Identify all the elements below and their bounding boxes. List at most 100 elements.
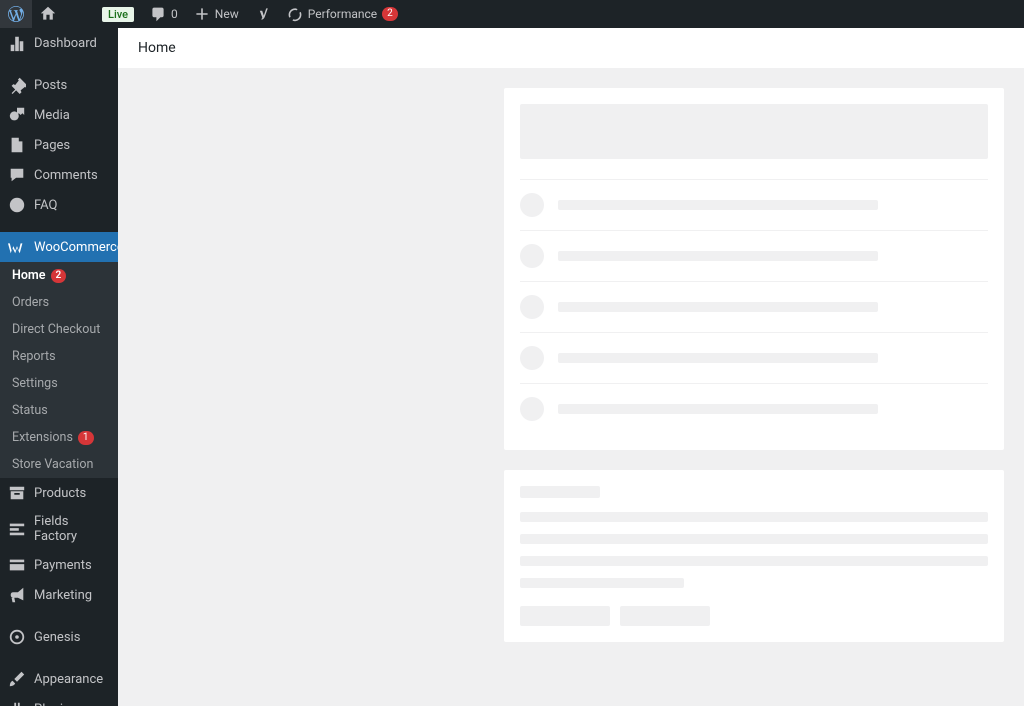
skeleton-line [520,556,988,566]
performance-count: 2 [382,7,398,21]
sidebar-item-label: Pages [34,138,70,153]
sidebar-item-label: Posts [34,78,67,93]
submenu-label: Settings [12,376,58,391]
sidebar-item-fields-factory[interactable]: Fields Factory [0,508,118,550]
comments-count: 0 [171,7,178,21]
sidebar-item-label: Genesis [34,630,80,645]
fields-icon [8,520,26,538]
sidebar-item-label: Media [34,108,70,123]
woocommerce-icon [8,238,26,256]
submenu-item-home[interactable]: Home 2 [0,262,118,289]
new-content[interactable]: New [186,0,247,28]
skeleton-avatar [520,193,544,217]
sidebar-item-label: Appearance [34,672,103,687]
megaphone-icon [8,586,26,604]
submenu-item-settings[interactable]: Settings [0,370,118,397]
submenu-label: Status [12,403,48,418]
new-label: New [215,7,239,21]
comments-link[interactable]: 0 [142,0,186,28]
info-icon [8,196,26,214]
content-area: Home [118,28,1024,706]
skeleton-avatar [520,244,544,268]
submenu-label: Extensions [12,430,73,445]
submenu-item-orders[interactable]: Orders [0,289,118,316]
sidebar-item-label: Products [34,486,86,501]
submenu-item-direct-checkout[interactable]: Direct Checkout [0,316,118,343]
skeleton-line [558,353,878,363]
sidebar-item-label: Plugins [34,702,77,706]
brush-icon [8,670,26,688]
archive-icon [8,484,26,502]
sidebar-item-products[interactable]: Products [0,478,118,508]
sidebar-item-label: Marketing [34,588,92,603]
skeleton-buttons [520,606,988,626]
skeleton-row [520,230,988,281]
sidebar-item-genesis[interactable]: Genesis [0,622,118,652]
main-area [118,68,1024,682]
skeleton-line [558,200,878,210]
performance-link[interactable]: Performance 2 [279,0,406,28]
gauge-icon [287,6,303,22]
plug-icon [8,700,26,706]
submenu-label: Store Vacation [12,457,93,472]
submenu-item-reports[interactable]: Reports [0,343,118,370]
pin-icon [8,76,26,94]
live-badge: Live [102,7,134,22]
cards-column [504,88,1004,662]
sidebar-item-woocommerce[interactable]: WooCommerce [0,232,118,262]
skeleton-button [620,606,710,626]
submenu-item-store-vacation[interactable]: Store Vacation [0,451,118,478]
sidebar-item-label: Payments [34,558,92,573]
submenu-label: Orders [12,295,49,310]
yoast-toolbar[interactable] [247,0,279,28]
submenu-label: Home [12,268,46,283]
sidebar-item-label: Comments [34,168,98,183]
sidebar-item-label: Dashboard [34,36,97,51]
skeleton-header [520,104,988,159]
sidebar-item-label: FAQ [34,198,57,213]
skeleton-avatar [520,397,544,421]
submenu-item-status[interactable]: Status [0,397,118,424]
wp-logo[interactable] [0,0,32,28]
live-status[interactable]: Live [94,0,142,28]
home-count-badge: 2 [51,269,67,283]
sidebar-item-label: Fields Factory [34,514,110,544]
skeleton-card-text [504,470,1004,642]
extensions-count-badge: 1 [78,431,94,445]
submenu-label: Direct Checkout [12,322,100,337]
skeleton-row [520,383,988,434]
sidebar-item-posts[interactable]: Posts [0,70,118,100]
skeleton-line [558,302,878,312]
genesis-icon [8,628,26,646]
sidebar-item-dashboard[interactable]: Dashboard [0,28,118,58]
sidebar-item-comments[interactable]: Comments [0,160,118,190]
skeleton-line [558,404,878,414]
sidebar-item-pages[interactable]: Pages [0,130,118,160]
plus-icon [194,6,210,22]
home-link[interactable] [32,0,64,28]
skeleton-row [520,179,988,230]
admin-sidebar: Dashboard Posts Media Pages Comments FAQ… [0,28,118,706]
sidebar-item-label: WooCommerce [34,240,118,255]
sidebar-item-appearance[interactable]: Appearance [0,664,118,694]
sidebar-item-marketing[interactable]: Marketing [0,580,118,610]
page-header: Home [118,28,1024,68]
skeleton-row [520,281,988,332]
skeleton-title [520,486,600,498]
home-icon [40,6,56,22]
skeleton-line [558,251,878,261]
submenu-label: Reports [12,349,56,364]
sidebar-item-media[interactable]: Media [0,100,118,130]
card-icon [8,556,26,574]
skeleton-avatar [520,346,544,370]
skeleton-avatar [520,295,544,319]
sidebar-item-faq[interactable]: FAQ [0,190,118,220]
performance-label: Performance [308,7,377,21]
sidebar-item-payments[interactable]: Payments [0,550,118,580]
submenu-item-extensions[interactable]: Extensions 1 [0,424,118,451]
comment-icon [8,166,26,184]
sidebar-item-plugins[interactable]: Plugins [0,694,118,706]
skeleton-button [520,606,610,626]
wordpress-icon [8,6,24,22]
woocommerce-submenu: Home 2 Orders Direct Checkout Reports Se… [0,262,118,478]
